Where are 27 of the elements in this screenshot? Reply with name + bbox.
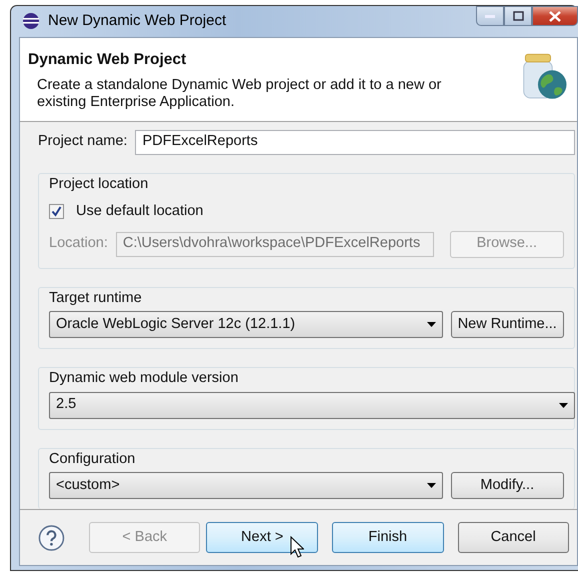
close-icon bbox=[549, 10, 561, 22]
wizard-button[interactable]: Cancel bbox=[458, 522, 570, 553]
modify-button[interactable]: Modify... bbox=[450, 472, 564, 499]
mouse-cursor-icon bbox=[290, 536, 304, 558]
eclipse-icon bbox=[22, 12, 40, 30]
project-name-field[interactable]: PDFExcelReports bbox=[135, 130, 575, 155]
configuration-dropdown[interactable]: <custom> bbox=[49, 472, 442, 499]
help-icon[interactable] bbox=[38, 524, 65, 552]
wizard-button[interactable]: Finish bbox=[332, 522, 444, 553]
dropdown-arrow-icon bbox=[559, 402, 568, 408]
close-button[interactable] bbox=[532, 6, 578, 26]
wizard-button[interactable]: Next > bbox=[206, 522, 318, 553]
banner-title: Dynamic Web Project bbox=[28, 50, 188, 70]
location-label: Location: bbox=[49, 234, 108, 254]
module-version-dropdown[interactable]: 2.5 bbox=[49, 392, 575, 419]
window-title: New Dynamic Web Project bbox=[48, 11, 226, 32]
minimize-button[interactable] bbox=[476, 6, 504, 26]
dropdown-arrow-icon bbox=[426, 322, 436, 328]
banner-description: Create a standalone Dynamic Web project or add it to a new or existing Enterprise Application. bbox=[37, 76, 442, 112]
new-runtime-button[interactable]: New Runtime... bbox=[450, 311, 564, 338]
maximize-icon bbox=[512, 11, 524, 21]
project-name-label: Project name: bbox=[38, 132, 128, 152]
dropdown-arrow-icon bbox=[426, 483, 436, 488]
runtime-dropdown[interactable]: Oracle WebLogic Server 12c (12.1.1) bbox=[49, 311, 442, 338]
maximize-button[interactable] bbox=[504, 6, 532, 26]
checkbox[interactable] bbox=[49, 204, 64, 220]
checkbox-label: Use default location bbox=[76, 202, 204, 222]
